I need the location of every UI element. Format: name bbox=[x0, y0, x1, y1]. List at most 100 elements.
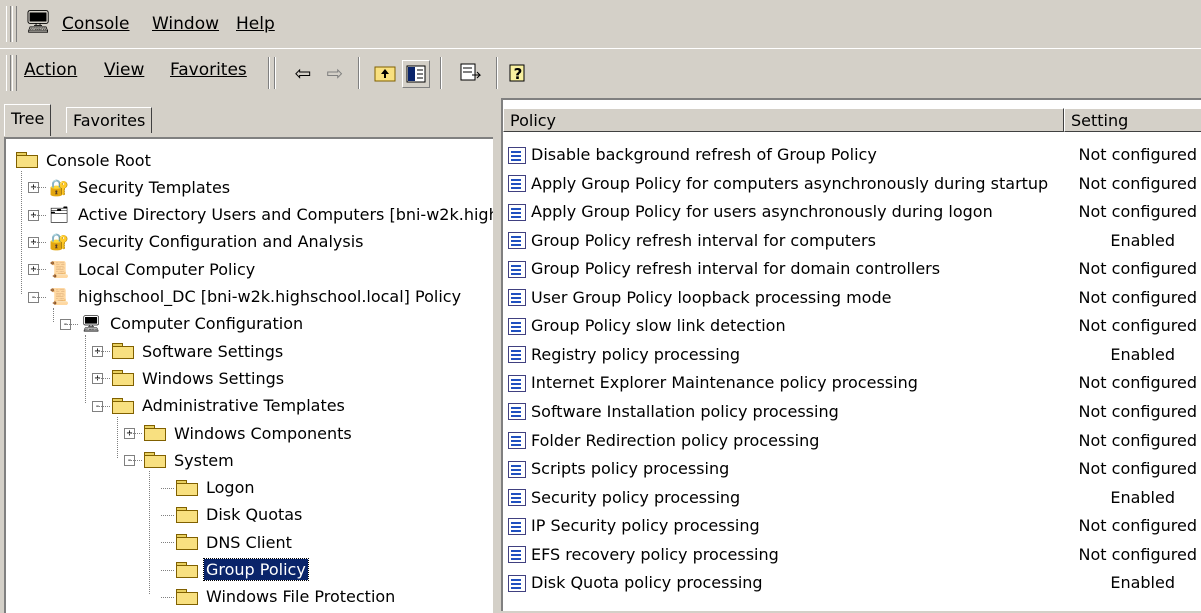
menu-window[interactable]: Window bbox=[152, 14, 219, 34]
menu-help[interactable]: Help bbox=[236, 14, 275, 34]
policy-name: Internet Explorer Maintenance policy pro… bbox=[531, 373, 918, 393]
policy-name: Group Policy slow link detection bbox=[531, 316, 786, 336]
tree-item-label: Console Root bbox=[46, 150, 151, 170]
toolbar-separator bbox=[268, 57, 270, 89]
tree-connector bbox=[129, 433, 142, 434]
policy-setting-value: Not configured bbox=[1078, 430, 1197, 450]
tree-item[interactable]: Windows Components bbox=[144, 420, 354, 446]
tree-item[interactable]: Windows File Protection bbox=[176, 584, 397, 610]
policy-row[interactable]: Registry policy processing Enabled bbox=[507, 340, 1201, 369]
tree-item[interactable]: Administrative Templates bbox=[112, 393, 347, 419]
action-menu-button[interactable]: Action bbox=[24, 60, 77, 80]
policy-name: Scripts policy processing bbox=[531, 459, 730, 479]
show-hide-tree-icon[interactable] bbox=[402, 60, 430, 88]
policy-row[interactable]: User Group Policy loopback processing mo… bbox=[507, 283, 1201, 312]
policy-setting-value: Not configured bbox=[1078, 259, 1197, 279]
open-folder-icon bbox=[176, 561, 198, 578]
tree-item[interactable]: 🖥 Computer Configuration bbox=[80, 311, 305, 337]
policy-row[interactable]: Apply Group Policy for computers asynchr… bbox=[507, 169, 1201, 198]
tree-item-label: System bbox=[174, 450, 234, 470]
policy-name: IP Security policy processing bbox=[531, 516, 760, 536]
policy-row[interactable]: Group Policy refresh interval for domain… bbox=[507, 254, 1201, 283]
policy-setting-icon bbox=[507, 430, 527, 450]
tree-item[interactable]: 📜 highschool_DC [bni-w2k.highschool.local… bbox=[48, 284, 463, 310]
tree-connector bbox=[117, 416, 118, 458]
policy-row[interactable]: IP Security policy processing Not configu… bbox=[507, 511, 1201, 540]
export-list-icon[interactable] bbox=[458, 60, 484, 86]
tree-connector bbox=[161, 542, 174, 544]
tree-item[interactable]: Windows Settings bbox=[112, 365, 286, 391]
policy-name: Group Policy refresh interval for comput… bbox=[531, 230, 876, 250]
help-icon[interactable]: ? bbox=[506, 60, 532, 86]
tree-connector bbox=[149, 471, 150, 595]
tree-connector bbox=[33, 241, 46, 243]
policy-setting-icon bbox=[507, 544, 527, 564]
folder-icon bbox=[176, 534, 198, 551]
policy-setting-value: Not configured bbox=[1078, 173, 1197, 193]
tree-item[interactable]: 📜 Local Computer Policy bbox=[48, 256, 257, 282]
toolbar-grip[interactable] bbox=[6, 55, 11, 91]
policy-row[interactable]: Disk Quota policy processing Enabled bbox=[507, 568, 1201, 597]
policy-row[interactable]: Apply Group Policy for users asynchronou… bbox=[507, 197, 1201, 226]
policy-row[interactable]: Security policy processing Enabled bbox=[507, 483, 1201, 512]
policy-setting-icon bbox=[507, 373, 527, 393]
policy-row[interactable]: Software Installation policy processing N… bbox=[507, 397, 1201, 426]
tree-item[interactable]: Software Settings bbox=[112, 338, 285, 364]
policy-setting-value: Enabled bbox=[1110, 573, 1175, 593]
policy-name: Registry policy processing bbox=[531, 344, 740, 364]
tree-item[interactable]: DNS Client bbox=[176, 529, 294, 555]
back-arrow-icon[interactable]: ⇦ bbox=[290, 60, 316, 86]
policy-row[interactable]: Group Policy refresh interval for comput… bbox=[507, 226, 1201, 255]
view-menu-button[interactable]: View bbox=[104, 60, 144, 80]
tree-item[interactable]: 🗂 Active Directory Users and Computers [b… bbox=[48, 202, 493, 228]
toolbar-separator bbox=[274, 57, 276, 89]
tree-item[interactable]: 🔐 Security Configuration and Analysis bbox=[48, 229, 366, 255]
policy-row[interactable]: Scripts policy processing Not configured bbox=[507, 454, 1201, 483]
menubar-grip-2[interactable] bbox=[12, 6, 17, 42]
computer-icon: 🖥 bbox=[80, 314, 102, 334]
policy-setting-icon bbox=[507, 287, 527, 307]
forward-arrow-icon[interactable]: ⇨ bbox=[322, 60, 348, 86]
tree-item[interactable]: Group Policy bbox=[176, 557, 309, 583]
policy-setting-icon bbox=[507, 516, 527, 536]
policy-name: Group Policy refresh interval for domain… bbox=[531, 259, 941, 279]
menubar-grip[interactable] bbox=[6, 6, 11, 42]
folder-icon bbox=[16, 152, 38, 168]
tab-tree[interactable]: Tree bbox=[4, 104, 52, 136]
up-one-level-icon[interactable] bbox=[372, 60, 398, 86]
policy-name: User Group Policy loopback processing mo… bbox=[531, 287, 892, 307]
policy-setting-icon bbox=[507, 487, 527, 507]
toolbar-separator bbox=[358, 57, 360, 89]
policy-name: Apply Group Policy for users asynchronou… bbox=[531, 202, 993, 222]
tree-connector bbox=[161, 569, 174, 571]
policy-row[interactable]: EFS recovery policy processing Not config… bbox=[507, 540, 1201, 569]
policy-setting-icon bbox=[507, 145, 527, 165]
policy-row[interactable]: Disable background refresh of Group Poli… bbox=[507, 140, 1201, 169]
folder-icon bbox=[112, 370, 134, 387]
policy-row[interactable]: Folder Redirection policy processing Not … bbox=[507, 426, 1201, 455]
menu-console[interactable]: Console bbox=[62, 14, 130, 34]
tree-item[interactable]: System bbox=[144, 447, 236, 473]
pane-splitter[interactable] bbox=[493, 98, 501, 611]
toolbar-separator bbox=[496, 57, 498, 89]
favorites-menu-button[interactable]: Favorites bbox=[170, 60, 247, 80]
policy-row[interactable]: Internet Explorer Maintenance policy pro… bbox=[507, 368, 1201, 397]
policy-setting-value: Enabled bbox=[1110, 344, 1175, 364]
security-templates-icon: 🔐 bbox=[49, 177, 69, 197]
tree-connector bbox=[97, 351, 110, 353]
policy-icon: 📜 bbox=[49, 259, 69, 279]
tree-item[interactable]: Logon bbox=[176, 475, 257, 501]
column-header-setting[interactable]: Setting bbox=[1064, 108, 1201, 132]
tree-item[interactable]: 🔐 Security Templates bbox=[48, 174, 232, 200]
tree-item-label: Active Directory Users and Computers [bn… bbox=[78, 205, 493, 225]
tree-pane: Tree Favorites Console Root + 🔐 Security Te… bbox=[0, 98, 493, 613]
policy-row[interactable]: Group Policy slow link detection Not conf… bbox=[507, 311, 1201, 340]
toolbar-grip-2[interactable] bbox=[12, 55, 17, 91]
tree-item[interactable]: Disk Quotas bbox=[176, 502, 304, 528]
console-app-icon[interactable]: 🖥 bbox=[24, 10, 52, 35]
policy-setting-icon bbox=[507, 316, 527, 336]
tree-item[interactable]: Console Root bbox=[16, 147, 153, 173]
tab-favorites[interactable]: Favorites bbox=[66, 107, 153, 133]
column-header-policy[interactable]: Policy bbox=[503, 108, 1064, 132]
policy-name: Disk Quota policy processing bbox=[531, 573, 763, 593]
